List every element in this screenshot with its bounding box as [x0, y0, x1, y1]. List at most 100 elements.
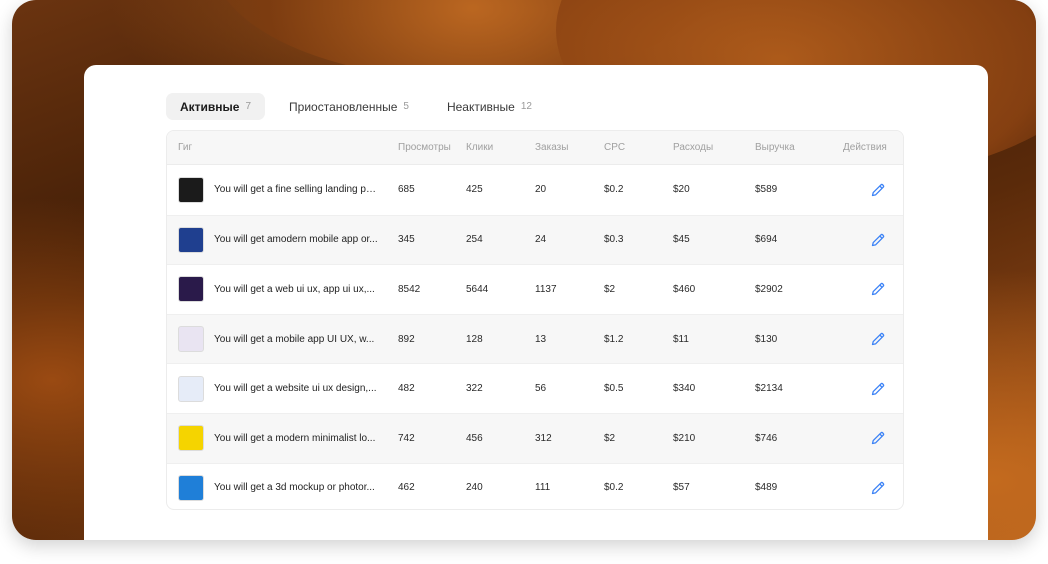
- cell-revenue: $489: [755, 482, 778, 494]
- gig-title[interactable]: You will get a mobile app UI UX, w...: [214, 334, 379, 345]
- cell-views: 482: [398, 383, 415, 395]
- cell-clicks: 5644: [466, 283, 489, 295]
- gig-cell: You will get a 3d mockup or photor...: [178, 464, 379, 509]
- table-row[interactable]: You will get a web ui ux, app ui ux,... 8…: [167, 264, 903, 314]
- cell-clicks: 254: [466, 234, 483, 246]
- gig-cell: You will get a website ui ux design,...: [178, 364, 379, 413]
- column-header-actions: Действия: [843, 142, 887, 153]
- pencil-icon[interactable]: [870, 480, 886, 496]
- tab-paused[interactable]: Приостановленные 5: [275, 93, 423, 120]
- cell-revenue: $694: [755, 234, 778, 246]
- tab-label: Неактивные: [446, 99, 515, 114]
- cell-orders: 13: [535, 333, 547, 345]
- cell-cpc: $0.5: [604, 383, 624, 395]
- table-row[interactable]: You will get a modern minimalist lo... 74…: [167, 412, 903, 463]
- gig-title[interactable]: You will get amodern mobile app or...: [214, 234, 379, 245]
- cell-views: 892: [398, 333, 415, 345]
- cell-spend: $460: [673, 283, 696, 295]
- tab-count: 7: [245, 101, 252, 112]
- gig-title[interactable]: You will get a 3d mockup or photor...: [214, 482, 379, 493]
- cell-cpc: $0.2: [604, 482, 624, 494]
- tab-active[interactable]: Активные 7: [166, 93, 266, 120]
- gig-title[interactable]: You will get a fine selling landing pa..…: [214, 184, 379, 195]
- pencil-icon-path: [871, 382, 885, 395]
- gig-title[interactable]: You will get a website ui ux design,...: [214, 383, 379, 394]
- cell-clicks: 128: [466, 333, 483, 345]
- pencil-icon-path: [871, 283, 885, 296]
- cell-spend: $210: [673, 432, 696, 444]
- column-header-revenue[interactable]: Выручка: [755, 131, 795, 164]
- tab-count: 12: [520, 101, 532, 112]
- column-header-clicks[interactable]: Клики: [466, 131, 493, 164]
- background-frame: Активные 7 Приостановленные 5 Неактивные…: [12, 0, 1036, 540]
- tab-inactive[interactable]: Неактивные 12: [433, 93, 546, 120]
- gig-thumbnail[interactable]: [178, 326, 204, 353]
- gig-cell: You will get a modern minimalist lo...: [178, 414, 379, 463]
- cell-orders: 111: [535, 482, 551, 494]
- cell-revenue: $2902: [755, 283, 783, 295]
- gig-thumbnail[interactable]: [178, 176, 204, 203]
- pencil-icon[interactable]: [870, 331, 886, 347]
- column-header-views[interactable]: Просмотры: [398, 131, 451, 164]
- pencil-icon[interactable]: [870, 182, 886, 198]
- pencil-icon[interactable]: [870, 430, 886, 446]
- cell-views: 685: [398, 184, 415, 196]
- pencil-icon[interactable]: [870, 281, 886, 297]
- cell-views: 462: [398, 482, 415, 494]
- gig-title[interactable]: You will get a web ui ux, app ui ux,...: [214, 284, 379, 295]
- table-row[interactable]: You will get a website ui ux design,... 4…: [167, 363, 903, 413]
- pencil-icon[interactable]: [870, 381, 886, 397]
- column-header-spend[interactable]: Расходы: [673, 131, 713, 164]
- cell-clicks: 456: [466, 432, 483, 444]
- status-tabs: Активные 7 Приостановленные 5 Неактивные…: [166, 93, 546, 120]
- cell-cpc: $0.3: [604, 234, 624, 246]
- cell-clicks: 322: [466, 383, 483, 395]
- table-header: Гиг Просмотры Клики Заказы CPC Расходы В…: [167, 131, 903, 165]
- cell-clicks: 425: [466, 184, 483, 196]
- cell-orders: 24: [535, 234, 547, 246]
- pencil-icon-path: [871, 432, 885, 445]
- gig-cell: You will get a mobile app UI UX, w...: [178, 315, 379, 364]
- gig-cell: You will get amodern mobile app or...: [178, 216, 379, 265]
- cell-revenue: $2134: [755, 383, 783, 395]
- cell-revenue: $130: [755, 333, 778, 345]
- cell-orders: 20: [535, 184, 547, 196]
- gig-thumbnail[interactable]: [178, 276, 204, 303]
- column-header-cpc[interactable]: CPC: [604, 131, 625, 164]
- cell-spend: $340: [673, 383, 696, 395]
- tab-label: Активные: [180, 99, 240, 114]
- gig-thumbnail[interactable]: [178, 375, 204, 402]
- cell-revenue: $746: [755, 432, 778, 444]
- column-header-orders[interactable]: Заказы: [535, 131, 568, 164]
- cell-views: 8542: [398, 283, 421, 295]
- gig-title[interactable]: You will get a modern minimalist lo...: [214, 433, 379, 444]
- column-header-gig[interactable]: Гиг: [178, 131, 192, 164]
- gig-cell: You will get a fine selling landing pa..…: [178, 165, 379, 215]
- cell-cpc: $0.2: [604, 184, 624, 196]
- cell-orders: 312: [535, 432, 552, 444]
- cell-cpc: $2: [604, 283, 616, 295]
- pencil-icon-path: [871, 481, 885, 495]
- pencil-icon-path: [871, 183, 885, 196]
- pencil-icon-path: [871, 233, 885, 247]
- gig-thumbnail[interactable]: [178, 226, 204, 253]
- cell-orders: 56: [535, 383, 547, 395]
- cell-spend: $57: [673, 482, 690, 494]
- content-card: Активные 7 Приостановленные 5 Неактивные…: [84, 65, 988, 540]
- gigs-table: Гиг Просмотры Клики Заказы CPC Расходы В…: [166, 130, 904, 510]
- cell-orders: 1137: [535, 283, 557, 295]
- cell-revenue: $589: [755, 184, 778, 196]
- pencil-icon[interactable]: [870, 232, 886, 248]
- table-row[interactable]: You will get a 3d mockup or photor... 462…: [167, 462, 903, 509]
- table-row[interactable]: You will get a fine selling landing pa..…: [167, 165, 903, 215]
- cell-cpc: $2: [604, 432, 616, 444]
- tab-count: 5: [403, 101, 409, 112]
- gig-thumbnail[interactable]: [178, 425, 204, 452]
- pencil-icon-path: [871, 332, 885, 346]
- gig-thumbnail[interactable]: [178, 474, 204, 501]
- cell-spend: $20: [673, 184, 690, 196]
- table-row[interactable]: You will get amodern mobile app or... 345…: [167, 214, 903, 265]
- cell-clicks: 240: [466, 482, 483, 494]
- table-row[interactable]: You will get a mobile app UI UX, w... 892…: [167, 313, 903, 364]
- cell-spend: $45: [673, 234, 690, 246]
